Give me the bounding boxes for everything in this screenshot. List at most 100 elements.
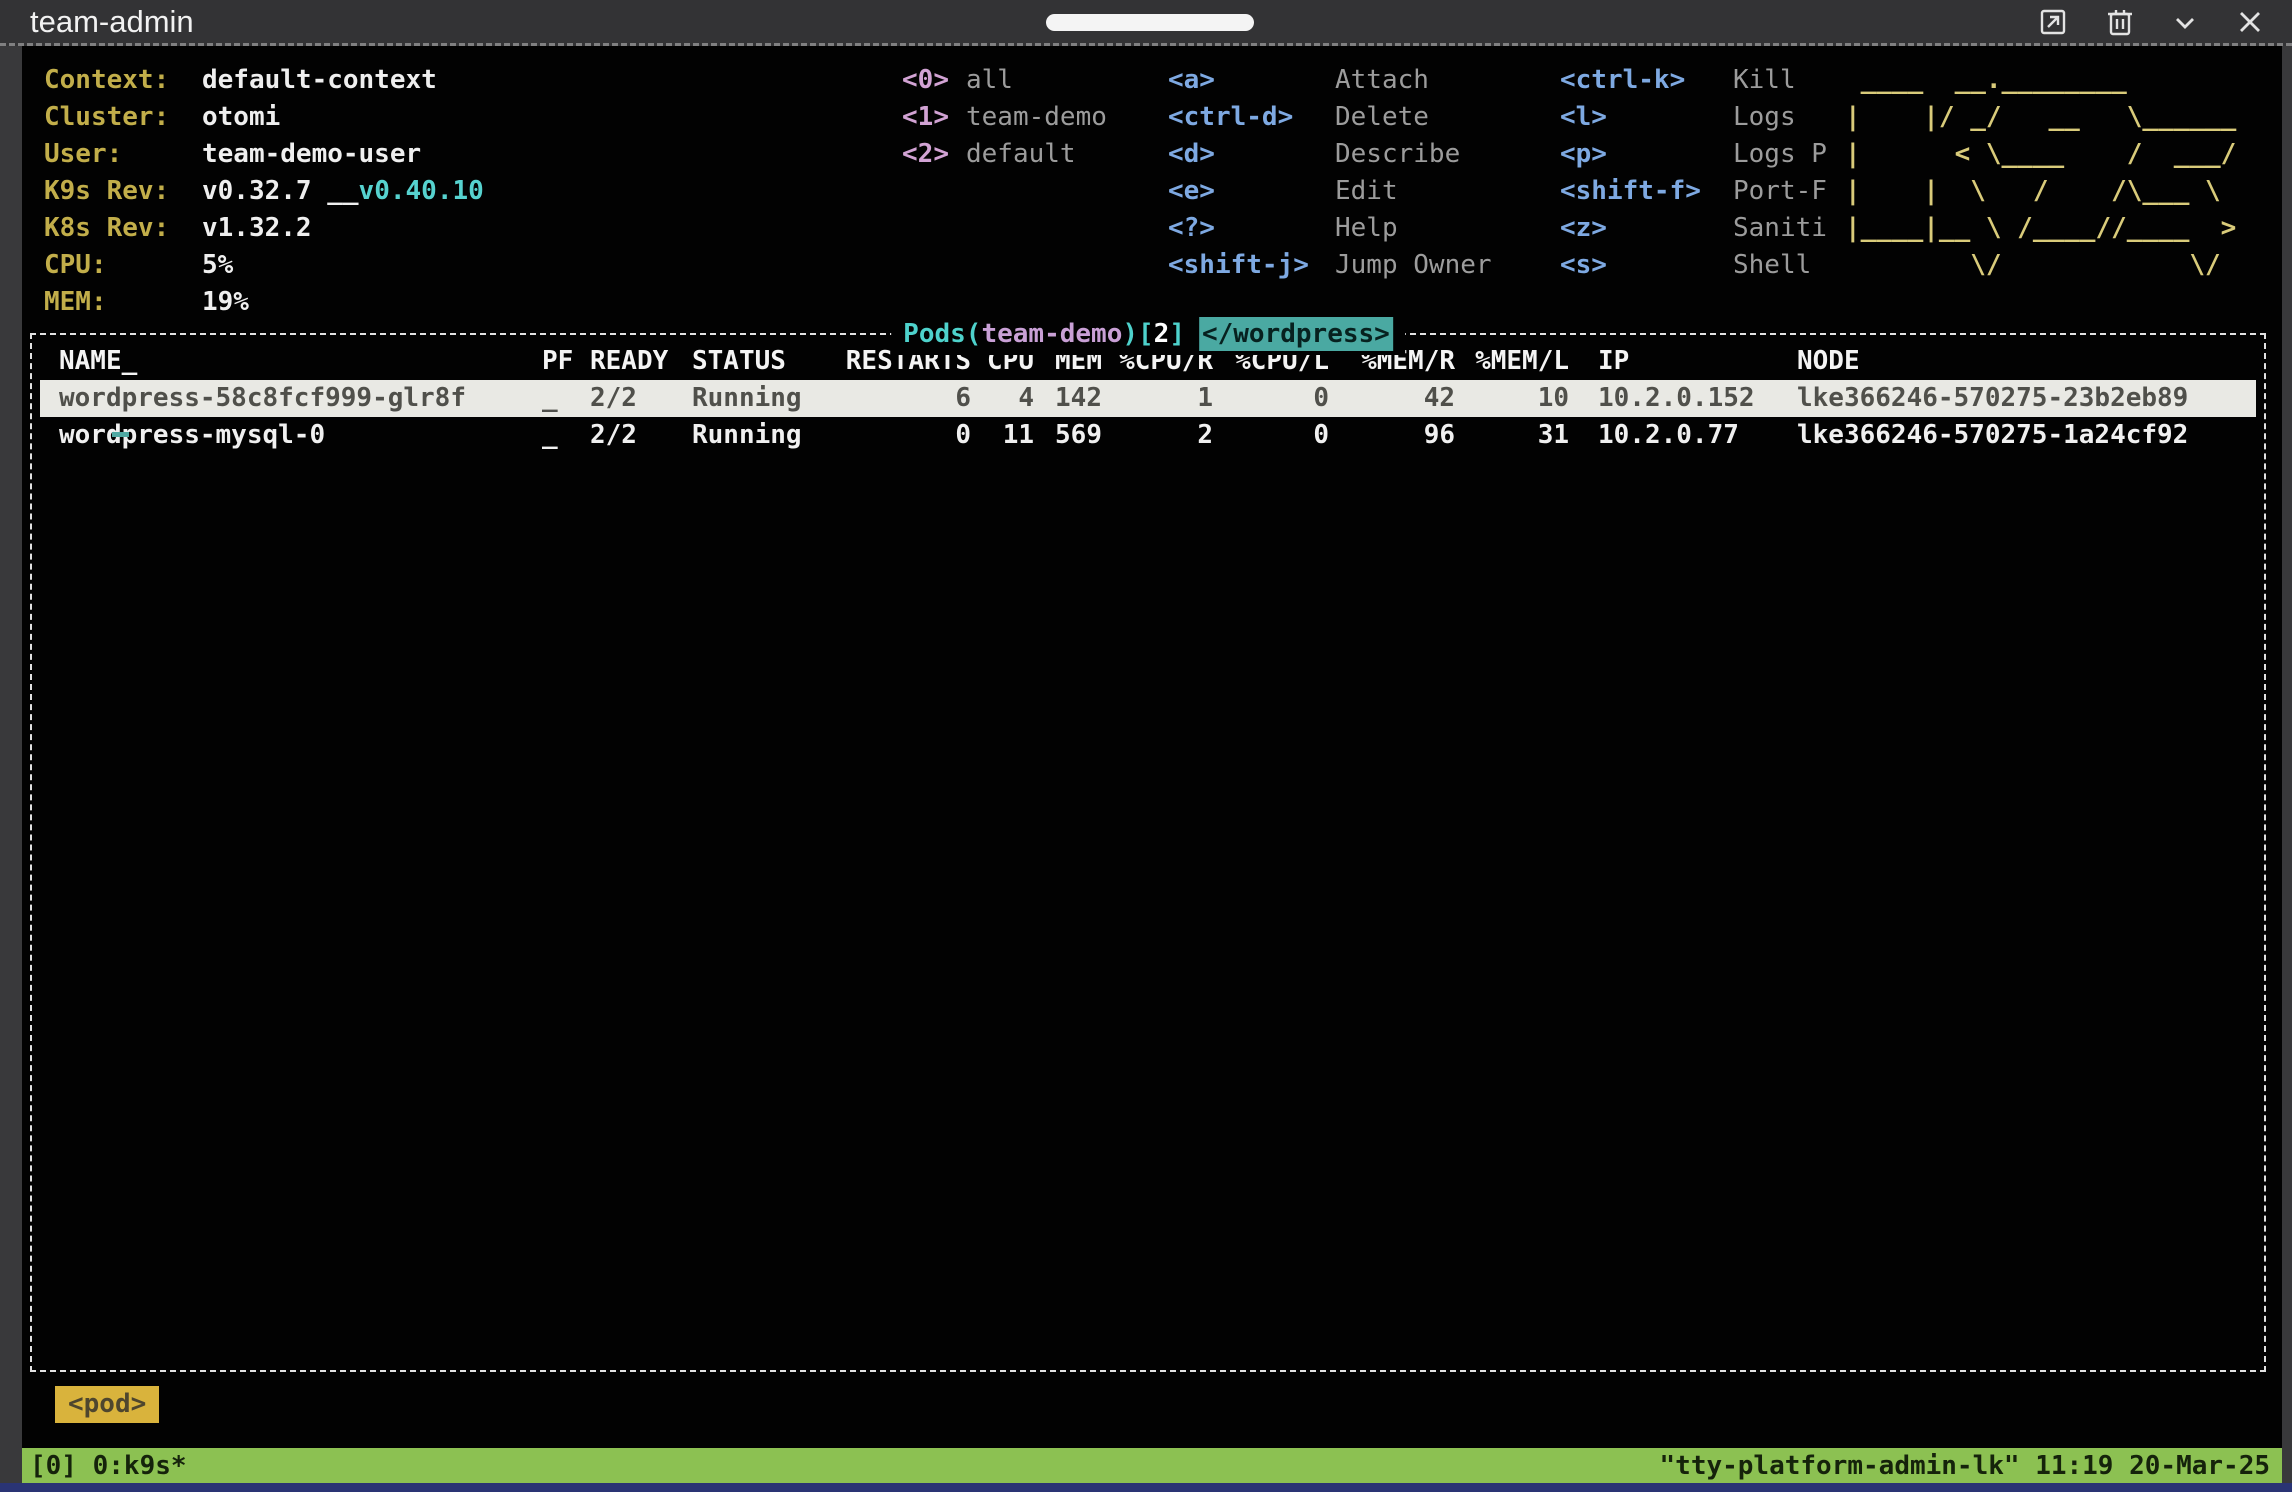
hotkey: <2> <box>879 136 949 173</box>
cell-ready: 2/2 <box>590 417 692 454</box>
info-row-mem: MEM: 19% <box>44 284 484 321</box>
hotkey-label: Jump Owner <box>1335 247 1492 284</box>
menu-item: <l> Logs <box>1560 99 1827 136</box>
info-label: CPU: <box>44 247 202 284</box>
cell-pf: _ <box>542 417 590 454</box>
close-icon[interactable] <box>2236 7 2264 37</box>
cell-node: lke366246-570275-23b2eb89 <box>1797 380 2256 417</box>
cell-mem: 569 <box>1034 417 1102 454</box>
info-value: 19% <box>202 284 249 321</box>
info-value: default-context <box>202 62 437 99</box>
pod-count: 2 <box>1154 319 1170 349</box>
menu-item: <shift-j> Jump Owner <box>1168 247 1492 284</box>
punct: ( <box>966 319 982 349</box>
logo-line: \/ \/ <box>1845 247 2236 284</box>
cell-mem-r: 42 <box>1329 380 1455 417</box>
command-menu-2: <ctrl-k> Kill <l> Logs <p> Logs P <shift… <box>1560 62 1827 284</box>
info-row-k9s-rev: K9s Rev: v0.32.7 __ v0.40.10 <box>44 173 484 210</box>
cell-cpu-r: 1 <box>1102 380 1213 417</box>
hotkey-label: Help <box>1335 210 1398 247</box>
hotkey-label: Kill <box>1733 62 1796 99</box>
info-label: Cluster: <box>44 99 202 136</box>
k9s-ascii-logo: ____ __.________ | |/ _/ __ \______ | < … <box>1845 62 2236 284</box>
filter-chip: </wordpress> <box>1199 317 1393 351</box>
cell-pf: _ <box>542 380 590 417</box>
logo-line: | |/ _/ __ \______ <box>1845 99 2236 136</box>
cell-cpu: 11 <box>971 417 1034 454</box>
menu-item: <d> Describe <box>1168 136 1492 173</box>
menu-item: <ctrl-d> Delete <box>1168 99 1492 136</box>
resource-name: Pods <box>903 319 966 349</box>
info-value: otomi <box>202 99 280 136</box>
info-row-context: Context: default-context <box>44 62 484 99</box>
table-row[interactable]: wordpress-mysql-0 _ 2/2 Running 0 11 569… <box>40 417 2256 454</box>
hotkey-label: Saniti <box>1733 210 1827 247</box>
info-row-user: User: team-demo-user <box>44 136 484 173</box>
chevron-down-icon[interactable] <box>2172 7 2198 37</box>
info-row-cpu: CPU: 5% <box>44 247 484 284</box>
pods-table: NAME_ PF READY STATUS RESTARTS CPU MEM %… <box>40 343 2256 454</box>
hotkey: <?> <box>1168 210 1335 247</box>
window-title: team-admin <box>30 4 194 40</box>
info-label: K8s Rev: <box>44 210 202 247</box>
cell-restarts: 6 <box>845 380 971 417</box>
hotkey-label: all <box>966 62 1013 99</box>
sort-indicator <box>112 432 129 437</box>
cell-cpu: 4 <box>971 380 1034 417</box>
hotkey-label: Delete <box>1335 99 1429 136</box>
hotkey: <ctrl-d> <box>1168 99 1335 136</box>
cell-cpu-l: 0 <box>1213 417 1329 454</box>
hotkey: <1> <box>879 99 949 136</box>
cell-cpu-r: 2 <box>1102 417 1213 454</box>
menu-item: <s> Shell <box>1560 247 1827 284</box>
trash-icon[interactable] <box>2106 7 2134 37</box>
info-value: 5% <box>202 247 233 284</box>
hotkey-label: Logs P <box>1733 136 1827 173</box>
info-label: Context: <box>44 62 202 99</box>
info-row-k8s-rev: K8s Rev: v1.32.2 <box>44 210 484 247</box>
info-label: MEM: <box>44 284 202 321</box>
menu-item: <e> Edit <box>1168 173 1492 210</box>
info-label: User: <box>44 136 202 173</box>
command-menu-1: <a> Attach <ctrl-d> Delete <d> Describe … <box>1168 62 1492 284</box>
menu-item: <ctrl-k> Kill <box>1560 62 1827 99</box>
drag-handle-pill[interactable] <box>1046 14 1254 31</box>
col-header-pf: PF <box>542 343 590 380</box>
k9s-latest-version: v0.40.10 <box>359 173 484 210</box>
info-value: team-demo-user <box>202 136 421 173</box>
bottom-accent-strip <box>0 1483 2292 1492</box>
hotkey: <z> <box>1560 210 1733 247</box>
table-row-selected[interactable]: wordpress-58c8fcf999-glr8f _ 2/2 Running… <box>40 380 2256 417</box>
cell-mem-r: 96 <box>1329 417 1455 454</box>
menu-item: <2> default <box>879 136 1107 173</box>
namespace-name: team-demo <box>981 319 1122 349</box>
menu-item: <z> Saniti <box>1560 210 1827 247</box>
info-value: v0.32.7 __ <box>202 173 359 210</box>
new-window-icon[interactable] <box>2038 7 2068 37</box>
titlebar: team-admin <box>0 0 2292 46</box>
punct: ] <box>1169 319 1185 349</box>
cell-name: wordpress-58c8fcf999-glr8f <box>40 380 542 417</box>
col-header-mem-l: %MEM/L <box>1455 343 1569 380</box>
cell-ip: 10.2.0.152 <box>1569 380 1797 417</box>
menu-item: <shift-f> Port-F <box>1560 173 1827 210</box>
hotkey: <shift-j> <box>1168 247 1335 284</box>
cluster-info: Context: default-context Cluster: otomi … <box>44 62 484 321</box>
hotkey-label: default <box>966 136 1076 173</box>
cell-mem-l: 10 <box>1455 380 1569 417</box>
terminal-app-window: team-admin <box>0 0 2292 1492</box>
hotkey-label: Describe <box>1335 136 1460 173</box>
menu-item: <?> Help <box>1168 210 1492 247</box>
hotkey-label: Logs <box>1733 99 1796 136</box>
menu-item: <p> Logs P <box>1560 136 1827 173</box>
logo-line: ____ __.________ <box>1845 62 2236 99</box>
namespace-menu: <0> all <1> team-demo <2> default <box>879 62 1107 173</box>
col-header-node: NODE <box>1797 343 2256 380</box>
hotkey-label: Edit <box>1335 173 1398 210</box>
hotkey: <ctrl-k> <box>1560 62 1733 99</box>
punct: ) <box>1122 319 1138 349</box>
hotkey: <shift-f> <box>1560 173 1733 210</box>
menu-item: <1> team-demo <box>879 99 1107 136</box>
logo-line: | | \ / /\___ \ <box>1845 173 2236 210</box>
col-header-ip: IP <box>1569 343 1797 380</box>
